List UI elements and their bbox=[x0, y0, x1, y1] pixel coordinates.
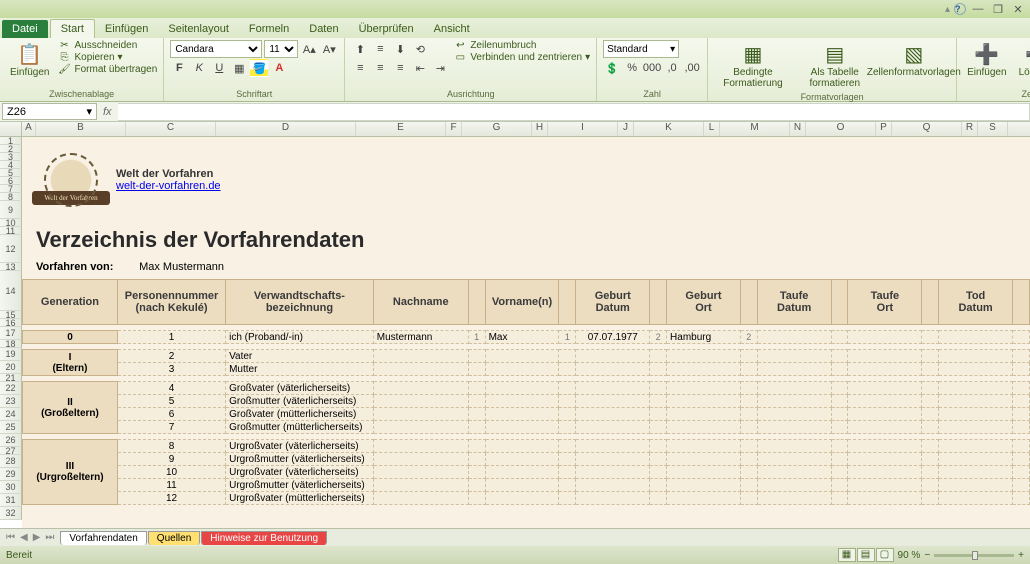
table-row[interactable]: 12Urgroßvater (mütterlicherseits) bbox=[23, 492, 1030, 505]
table-row[interactable]: 5Großmutter (väterlicherseits) bbox=[23, 395, 1030, 408]
table-row[interactable]: 01ich (Proband/-in)Mustermann1Max107.07.… bbox=[23, 331, 1030, 344]
group-font: Candara 11 A▴ A▾ F K U ▦ 🪣 A Schriftart bbox=[164, 38, 345, 101]
font-name-select[interactable]: Candara bbox=[170, 40, 262, 58]
dec-decimal-icon[interactable]: ,00 bbox=[683, 59, 701, 77]
tab-überprüfen[interactable]: Überprüfen bbox=[349, 20, 424, 38]
table-row[interactable]: III (Urgroßeltern)8Urgroßvater (väterlic… bbox=[23, 440, 1030, 453]
zoom-out-button[interactable]: − bbox=[924, 550, 930, 561]
thousands-icon[interactable]: 000 bbox=[643, 59, 661, 77]
format-table-button[interactable]: ▤Als Tabelle formatieren bbox=[796, 40, 874, 91]
brand-logo: Welt der Vorfahren bbox=[36, 145, 106, 215]
inc-decimal-icon[interactable]: ,0 bbox=[663, 59, 681, 77]
zoom-in-button[interactable]: + bbox=[1018, 550, 1024, 561]
format-painter-button[interactable]: 🖌Format übertragen bbox=[57, 64, 157, 75]
status-bar: Bereit ▦▤▢ 90 % − + bbox=[0, 546, 1030, 564]
merge-button[interactable]: ▭Verbinden und zentrieren ▾ bbox=[453, 52, 590, 63]
align-left-icon[interactable]: ≡ bbox=[351, 59, 369, 77]
ribbon: 📋Einfügen ✂Ausschneiden ⎘Kopieren ▾ 🖌For… bbox=[0, 38, 1030, 102]
italic-button[interactable]: K bbox=[190, 59, 208, 77]
border-button[interactable]: ▦ bbox=[230, 59, 248, 77]
ribbon-tabs: Datei StartEinfügenSeitenlayoutFormelnDa… bbox=[0, 18, 1030, 38]
document-title: Verzeichnis der Vorfahrendaten bbox=[22, 223, 1030, 261]
restore-button[interactable]: ❐ bbox=[990, 3, 1006, 15]
brand-link[interactable]: welt-der-vorfahren.de bbox=[116, 180, 221, 192]
subject-name: Max Mustermann bbox=[139, 261, 224, 273]
table-row[interactable]: 6Großvater (mütterlicherseits) bbox=[23, 408, 1030, 421]
conditional-format-button[interactable]: ▦Bedingte Formatierung bbox=[714, 40, 792, 91]
worksheet-grid[interactable]: ABCDEFGHIJKLMNOPQRS 12345678910111213141… bbox=[0, 122, 1030, 528]
underline-button[interactable]: U bbox=[210, 59, 228, 77]
align-mid-icon[interactable]: ≡ bbox=[371, 40, 389, 58]
table-row[interactable]: II (Großeltern)4Großvater (väterlicherse… bbox=[23, 382, 1030, 395]
grow-font-icon[interactable]: A▴ bbox=[300, 40, 318, 58]
view-buttons[interactable]: ▦▤▢ bbox=[837, 548, 894, 562]
column-headers[interactable]: ABCDEFGHIJKLMNOPQRS bbox=[0, 122, 1030, 137]
align-center-icon[interactable]: ≡ bbox=[371, 59, 389, 77]
table-row[interactable]: 7Großmutter (mütterlicherseits) bbox=[23, 421, 1030, 434]
tab-file[interactable]: Datei bbox=[2, 20, 48, 38]
bold-button[interactable]: F bbox=[170, 59, 188, 77]
row-headers[interactable]: 1234567891011121314151617181920212223242… bbox=[0, 137, 22, 520]
paste-button[interactable]: 📋Einfügen bbox=[6, 40, 53, 80]
fill-color-button[interactable]: 🪣 bbox=[250, 59, 268, 77]
sheet-nav[interactable]: ⏮◀▶⏭ bbox=[0, 532, 60, 543]
tab-daten[interactable]: Daten bbox=[299, 20, 348, 38]
tab-seitenlayout[interactable]: Seitenlayout bbox=[158, 20, 239, 38]
delete-cell-button[interactable]: ➖Löschen bbox=[1015, 40, 1030, 80]
percent-icon[interactable]: % bbox=[623, 59, 641, 77]
sheet-tab-vorfahrendaten[interactable]: Vorfahrendaten bbox=[60, 531, 146, 545]
group-number: Standard▾ 💲 % 000 ,0 ,00 Zahl bbox=[597, 38, 708, 101]
help-icon[interactable]: ? bbox=[954, 3, 966, 15]
indent-dec-icon[interactable]: ⇤ bbox=[411, 59, 429, 77]
select-all-corner[interactable] bbox=[0, 122, 22, 136]
copy-button[interactable]: ⎘Kopieren ▾ bbox=[57, 52, 157, 63]
align-bot-icon[interactable]: ⬇ bbox=[391, 40, 409, 58]
status-ready: Bereit bbox=[6, 550, 32, 561]
indent-inc-icon[interactable]: ⇥ bbox=[431, 59, 449, 77]
formula-input[interactable] bbox=[118, 103, 1030, 121]
sheet-tab-quellen[interactable]: Quellen bbox=[148, 531, 200, 545]
table-row[interactable]: 10Urgroßvater (väterlicherseits) bbox=[23, 466, 1030, 479]
tab-formeln[interactable]: Formeln bbox=[239, 20, 299, 38]
font-color-button[interactable]: A bbox=[270, 59, 288, 77]
orientation-icon[interactable]: ⟲ bbox=[411, 40, 429, 58]
zoom-label: 90 % bbox=[898, 550, 921, 561]
group-cells: ➕Einfügen ➖Löschen ▭Format Zellen bbox=[957, 38, 1030, 101]
table-row[interactable]: 3Mutter bbox=[23, 363, 1030, 376]
wrap-text-button[interactable]: ↩Zeilenumbruch bbox=[453, 40, 590, 51]
brand-name: Welt der Vorfahren bbox=[116, 168, 221, 180]
number-format-select[interactable]: Standard▾ bbox=[603, 40, 679, 58]
tab-einfügen[interactable]: Einfügen bbox=[95, 20, 158, 38]
group-alignment: ⬆≡⬇ ⟲ ≡≡≡ ⇤⇥ ↩Zeilenumbruch ▭Verbinden u… bbox=[345, 38, 597, 101]
minimize-button[interactable]: — bbox=[970, 3, 986, 15]
tab-start[interactable]: Start bbox=[50, 19, 95, 38]
title-bar: ▴ ? — ❐ ✕ bbox=[0, 0, 1030, 18]
shrink-font-icon[interactable]: A▾ bbox=[320, 40, 338, 58]
cell-styles-button[interactable]: ▧Zellenformatvorlagen bbox=[878, 40, 950, 80]
group-clipboard: 📋Einfügen ✂Ausschneiden ⎘Kopieren ▾ 🖌For… bbox=[0, 38, 164, 101]
group-styles: ▦Bedingte Formatierung ▤Als Tabelle form… bbox=[708, 38, 957, 101]
formula-bar: Z26▾ fx bbox=[0, 102, 1030, 122]
fx-icon[interactable]: fx bbox=[97, 106, 118, 118]
table-row[interactable]: 9Urgroßmutter (väterlicherseits) bbox=[23, 453, 1030, 466]
sheet-content[interactable]: Welt der Vorfahren Welt der Vorfahren we… bbox=[22, 137, 1030, 528]
table-row[interactable]: 11Urgroßmutter (väterlicherseits) bbox=[23, 479, 1030, 492]
align-top-icon[interactable]: ⬆ bbox=[351, 40, 369, 58]
name-box[interactable]: Z26▾ bbox=[2, 103, 97, 120]
cut-button[interactable]: ✂Ausschneiden bbox=[57, 40, 157, 51]
subject-label: Vorfahren von: bbox=[36, 261, 136, 273]
sheet-tab-bar: ⏮◀▶⏭ VorfahrendatenQuellenHinweise zur B… bbox=[0, 528, 1030, 546]
close-button[interactable]: ✕ bbox=[1010, 3, 1026, 15]
zoom-slider[interactable] bbox=[934, 554, 1014, 557]
sheet-tab-hinweise-zur-benutzung[interactable]: Hinweise zur Benutzung bbox=[201, 531, 327, 545]
ribbon-minimize-icon[interactable]: ▴ bbox=[945, 4, 950, 15]
tab-ansicht[interactable]: Ansicht bbox=[424, 20, 480, 38]
insert-cell-button[interactable]: ➕Einfügen bbox=[963, 40, 1010, 80]
table-row[interactable]: I (Eltern)2Vater bbox=[23, 350, 1030, 363]
ancestor-table[interactable]: GenerationPersonennummer(nach Kekulé)Ver… bbox=[22, 279, 1030, 505]
align-right-icon[interactable]: ≡ bbox=[391, 59, 409, 77]
currency-icon[interactable]: 💲 bbox=[603, 59, 621, 77]
font-size-select[interactable]: 11 bbox=[264, 40, 298, 58]
